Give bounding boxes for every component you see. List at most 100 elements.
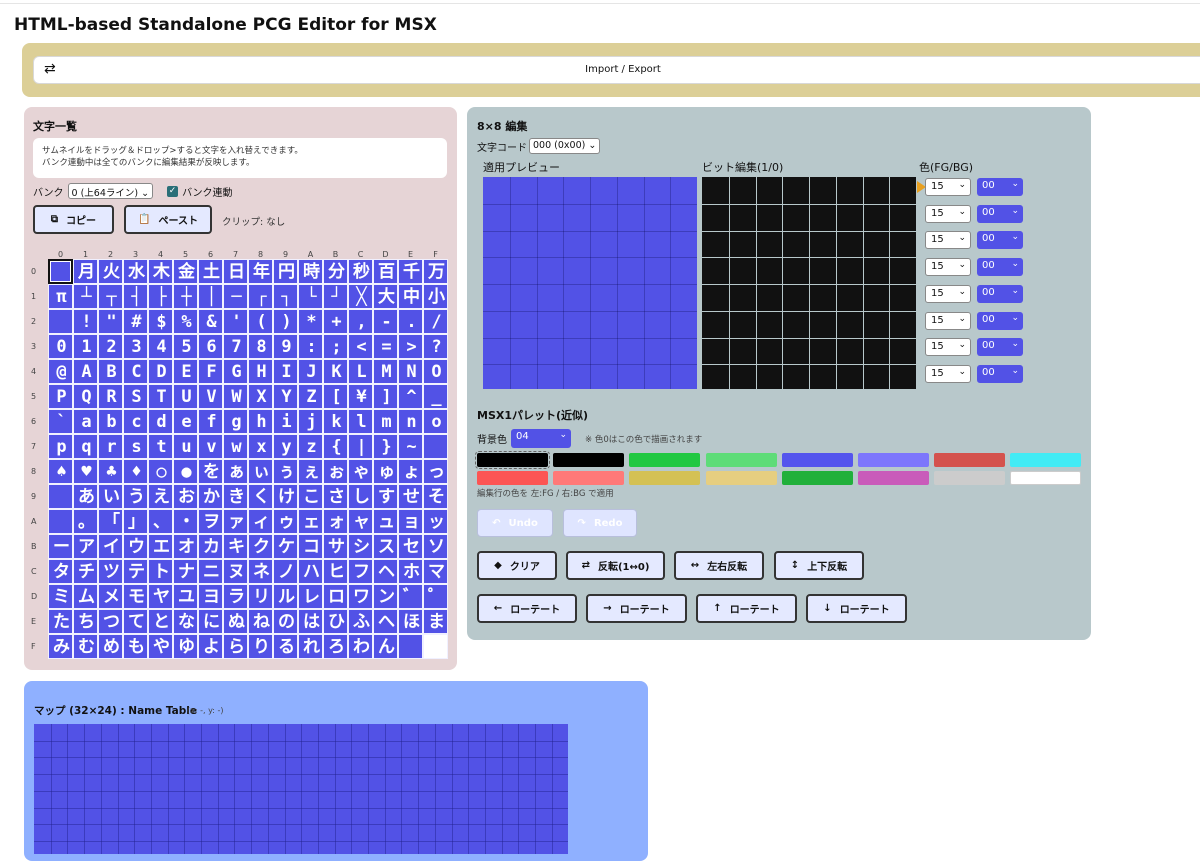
- char-cell[interactable]: ¥: [348, 384, 373, 409]
- char-cell[interactable]: j: [298, 409, 323, 434]
- char-cell[interactable]: ぅ: [273, 459, 298, 484]
- char-cell[interactable]: え: [148, 484, 173, 509]
- char-cell[interactable]: π: [48, 284, 73, 309]
- bit-editor-grid[interactable]: [702, 177, 916, 389]
- char-cell[interactable]: と: [148, 609, 173, 634]
- char-cell[interactable]: [48, 259, 73, 284]
- char-cell[interactable]: ミ: [48, 584, 73, 609]
- char-cell[interactable]: の: [273, 609, 298, 634]
- char-cell[interactable]: そ: [423, 484, 448, 509]
- char-cell[interactable]: r: [98, 434, 123, 459]
- char-cell[interactable]: ク: [248, 534, 273, 559]
- char-cell[interactable]: ィ: [248, 509, 273, 534]
- char-cell[interactable]: ゥ: [273, 509, 298, 534]
- char-cell[interactable]: ょ: [398, 459, 423, 484]
- character-grid[interactable]: 月火水木金土日年円時分秒百千万 π ┴ ┬ ┤ ├ ┼ │ ─ ┌ ┐ └ ┘ ╳ 大中小! " # $% & ' ()…: [48, 259, 448, 659]
- char-cell[interactable]: p: [48, 434, 73, 459]
- char-cell[interactable]: s: [123, 434, 148, 459]
- char-cell[interactable]: ー: [48, 534, 73, 559]
- char-cell[interactable]: &: [198, 309, 223, 334]
- fg-color-select[interactable]: 15 ⌄: [925, 258, 971, 277]
- char-cell[interactable]: ユ: [173, 584, 198, 609]
- char-cell[interactable]: [: [323, 384, 348, 409]
- char-cell[interactable]: コ: [298, 534, 323, 559]
- char-cell[interactable]: ♠: [48, 459, 73, 484]
- char-cell[interactable]: り: [248, 634, 273, 659]
- char-cell[interactable]: l: [348, 409, 373, 434]
- char-cell[interactable]: ぬ: [223, 609, 248, 634]
- char-cell[interactable]: 「: [98, 509, 123, 534]
- char-cell[interactable]: ケ: [273, 534, 298, 559]
- char-cell[interactable]: E: [173, 359, 198, 384]
- char-cell[interactable]: ?: [423, 334, 448, 359]
- char-cell[interactable]: 分: [323, 259, 348, 284]
- palette-swatch[interactable]: [858, 453, 929, 467]
- char-cell[interactable]: く: [248, 484, 273, 509]
- char-cell[interactable]: `: [48, 409, 73, 434]
- char-cell[interactable]: Q: [73, 384, 98, 409]
- bg-color-select[interactable]: 00 ⌄: [977, 204, 1023, 223]
- char-cell[interactable]: 9: [273, 334, 298, 359]
- char-cell[interactable]: ツ: [98, 559, 123, 584]
- char-cell[interactable]: T: [148, 384, 173, 409]
- char-cell[interactable]: c: [123, 409, 148, 434]
- char-cell[interactable]: ┤: [123, 284, 148, 309]
- char-cell[interactable]: ): [273, 309, 298, 334]
- char-cell[interactable]: K: [323, 359, 348, 384]
- char-cell[interactable]: R: [98, 384, 123, 409]
- char-cell[interactable]: 4: [148, 334, 173, 359]
- fg-color-select[interactable]: 15 ⌄: [925, 178, 971, 196]
- fg-color-select[interactable]: 15 ⌄: [925, 204, 971, 223]
- char-cell[interactable]: W: [223, 384, 248, 409]
- char-cell[interactable]: m: [373, 409, 398, 434]
- char-cell[interactable]: 百: [373, 259, 398, 284]
- char-cell[interactable]: n: [398, 409, 423, 434]
- char-cell[interactable]: %: [173, 309, 198, 334]
- char-cell[interactable]: め: [98, 634, 123, 659]
- import-export-toggle[interactable]: ⇄ Import / Export: [33, 56, 1200, 84]
- char-cell[interactable]: ア: [73, 534, 98, 559]
- palette-swatch[interactable]: [705, 453, 777, 467]
- char-cell[interactable]: ┼: [173, 284, 198, 309]
- char-cell[interactable]: モ: [123, 584, 148, 609]
- fg-color-select[interactable]: 15 ⌄: [925, 311, 971, 330]
- char-cell[interactable]: [398, 634, 423, 659]
- char-cell[interactable]: う: [123, 484, 148, 509]
- rotate-down-button[interactable]: ↓ ローテート: [806, 594, 907, 623]
- char-cell[interactable]: ワ: [348, 584, 373, 609]
- char-cell[interactable]: は: [298, 609, 323, 634]
- char-cell[interactable]: ぁ: [223, 459, 248, 484]
- rotate-right-button[interactable]: → ローテート: [586, 594, 687, 623]
- char-cell[interactable]: ョ: [398, 509, 423, 534]
- char-cell[interactable]: k: [323, 409, 348, 434]
- char-cell[interactable]: る: [273, 634, 298, 659]
- char-cell[interactable]: }: [373, 434, 398, 459]
- char-cell[interactable]: 年: [248, 259, 273, 284]
- char-cell[interactable]: ね: [248, 609, 273, 634]
- invert-button[interactable]: ⇄ 反転(1↔0): [566, 551, 665, 580]
- char-cell[interactable]: P: [48, 384, 73, 409]
- char-cell[interactable]: ─: [223, 284, 248, 309]
- char-cell[interactable]: Z: [298, 384, 323, 409]
- char-cell[interactable]: i: [273, 409, 298, 434]
- char-cell[interactable]: a: [73, 409, 98, 434]
- char-cell[interactable]: ウ: [123, 534, 148, 559]
- paste-button[interactable]: 📋 ペースト: [124, 205, 212, 234]
- char-cell[interactable]: q: [73, 434, 98, 459]
- char-cell[interactable]: タ: [48, 559, 73, 584]
- char-cell[interactable]: e: [173, 409, 198, 434]
- rotate-left-button[interactable]: ← ローテート: [477, 594, 577, 623]
- char-cell[interactable]: ひ: [323, 609, 348, 634]
- char-cell[interactable]: x: [248, 434, 273, 459]
- char-cell[interactable]: |: [348, 434, 373, 459]
- char-cell[interactable]: よ: [198, 634, 223, 659]
- char-cell[interactable]: ま: [423, 609, 448, 634]
- char-cell[interactable]: y: [273, 434, 298, 459]
- char-cell[interactable]: ャ: [348, 509, 373, 534]
- palette-swatch[interactable]: [477, 471, 548, 485]
- char-cell[interactable]: 3: [123, 334, 148, 359]
- palette-swatch[interactable]: [1010, 471, 1082, 485]
- char-cell[interactable]: C: [123, 359, 148, 384]
- char-cell[interactable]: チ: [73, 559, 98, 584]
- char-cell[interactable]: ァ: [223, 509, 248, 534]
